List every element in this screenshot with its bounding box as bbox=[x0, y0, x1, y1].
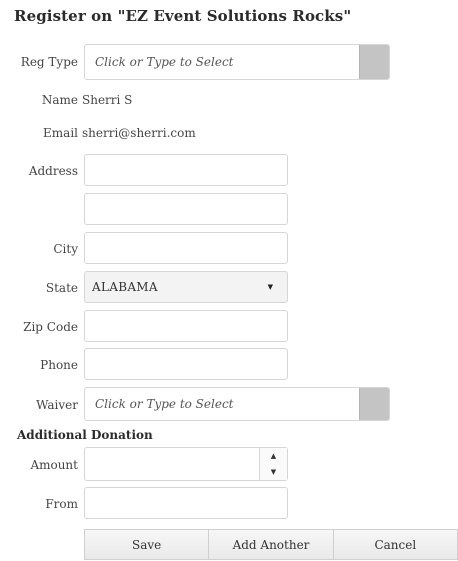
name-value: Sherri S bbox=[82, 93, 133, 107]
cancel-button[interactable]: Cancel bbox=[333, 530, 457, 559]
zip-code-label: Zip Code bbox=[23, 320, 78, 334]
waiver-combobox[interactable]: Click or Type to Select bbox=[84, 387, 390, 421]
caret-down-icon: ▼ bbox=[267, 283, 273, 291]
amount-label: Amount bbox=[30, 458, 78, 472]
triangle-up-icon[interactable]: ▲ bbox=[260, 448, 287, 464]
phone-input[interactable] bbox=[84, 348, 288, 380]
phone-label: Phone bbox=[40, 358, 78, 372]
city-label: City bbox=[53, 242, 78, 256]
add-another-button[interactable]: Add Another bbox=[209, 530, 334, 559]
zip-code-input[interactable] bbox=[84, 310, 288, 342]
triangle-down-icon[interactable]: ▼ bbox=[260, 464, 287, 480]
from-input[interactable] bbox=[84, 487, 288, 519]
state-select[interactable]: ALABAMA ▼ bbox=[84, 271, 288, 303]
address-label: Address bbox=[28, 164, 78, 178]
name-label: Name bbox=[41, 93, 78, 107]
address-line1-input[interactable] bbox=[84, 154, 288, 186]
waiver-dropdown-button[interactable] bbox=[359, 388, 389, 420]
email-label: Email bbox=[43, 126, 78, 140]
reg-type-combobox[interactable]: Click or Type to Select bbox=[84, 44, 390, 80]
additional-donation-heading: Additional Donation bbox=[17, 428, 153, 442]
amount-stepper[interactable]: ▲ ▼ bbox=[84, 447, 288, 481]
state-label: State bbox=[45, 281, 78, 295]
address-line2-input[interactable] bbox=[84, 193, 288, 225]
amount-spinner[interactable]: ▲ ▼ bbox=[259, 448, 287, 480]
save-button[interactable]: Save bbox=[85, 530, 210, 559]
reg-type-dropdown-button[interactable] bbox=[359, 45, 389, 79]
from-label: From bbox=[45, 497, 78, 511]
waiver-label: Waiver bbox=[36, 398, 78, 412]
reg-type-placeholder: Click or Type to Select bbox=[95, 55, 234, 69]
state-selected-value: ALABAMA bbox=[92, 280, 158, 294]
waiver-placeholder: Click or Type to Select bbox=[95, 397, 234, 411]
email-value: sherri@sherri.com bbox=[82, 126, 196, 140]
reg-type-label: Reg Type bbox=[20, 55, 78, 69]
page-title: Register on "EZ Event Solutions Rocks" bbox=[14, 7, 352, 25]
action-button-bar: Save Add Another Cancel bbox=[84, 529, 458, 560]
city-input[interactable] bbox=[84, 232, 288, 264]
